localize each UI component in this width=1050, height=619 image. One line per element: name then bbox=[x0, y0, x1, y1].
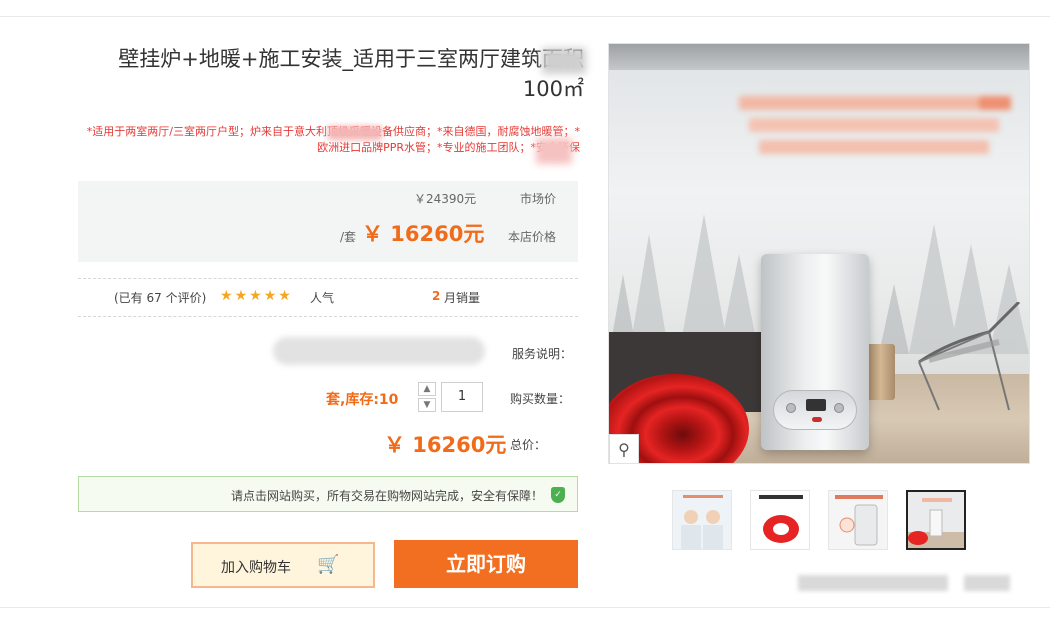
add-to-cart-label: 加入购物车 bbox=[221, 560, 291, 576]
buy-now-button[interactable]: 立即订购 bbox=[394, 540, 578, 588]
top-divider bbox=[0, 16, 1050, 17]
blurred-banner-text bbox=[739, 96, 1011, 160]
cart-icon: 🛒 bbox=[317, 554, 340, 575]
thumbnail-boiler[interactable] bbox=[828, 490, 888, 550]
security-notice: ✓ 请点击网站购买，所有交易在购物网站完成，安全有保障！ bbox=[78, 476, 578, 512]
blurred-service-info bbox=[273, 337, 485, 365]
thumbnail-strip bbox=[672, 490, 972, 554]
market-price: ￥24390元 bbox=[414, 192, 477, 206]
star-icon: ★ bbox=[234, 288, 248, 304]
qty-decrease-button[interactable]: ▼ bbox=[418, 398, 436, 412]
divider bbox=[78, 316, 578, 317]
store-price: ￥ 16260元 bbox=[362, 222, 485, 246]
store-price-unit: /套 bbox=[340, 230, 357, 244]
monthly-sales-count: 2 bbox=[432, 289, 441, 303]
side-table bbox=[867, 344, 895, 400]
chair bbox=[918, 302, 1021, 411]
quantity-input[interactable]: 1 bbox=[441, 382, 483, 412]
boiler bbox=[761, 254, 869, 450]
product-title: 壁挂炉+地暖+施工安装_适用于三室两厅建筑面积100㎡ bbox=[118, 47, 584, 101]
blurred-promo-tail bbox=[536, 138, 572, 164]
star-icon: ★ bbox=[249, 288, 262, 304]
star-icon: ★ bbox=[278, 288, 291, 304]
stock-text: 套,库存:10 bbox=[326, 392, 399, 408]
monthly-sales-label: 月销量 bbox=[444, 291, 481, 305]
qty-increase-button[interactable]: ▲ bbox=[418, 382, 436, 396]
zoom-button[interactable]: ⚲ bbox=[609, 434, 639, 463]
qty-label: 购买数量： bbox=[510, 392, 571, 406]
boiler-control-panel bbox=[773, 390, 857, 430]
add-to-cart-button[interactable]: 🛒 加入购物车 bbox=[191, 542, 375, 588]
popularity-label: 人气 bbox=[310, 291, 335, 305]
price-panel bbox=[78, 181, 578, 262]
total-label: 总价： bbox=[510, 438, 547, 452]
boiler-dial-left bbox=[786, 403, 796, 413]
store-price-label: 本店价格 bbox=[508, 230, 557, 244]
rating-count[interactable]: (已有 67 个评价) bbox=[114, 289, 206, 306]
blurred-footer-text bbox=[798, 575, 1010, 591]
thumbnail-room-scene[interactable] bbox=[906, 490, 966, 550]
rating-stars: ★ ★ ★ ★ ★ bbox=[220, 289, 291, 303]
service-label: 服务说明： bbox=[512, 347, 573, 361]
blurred-brand bbox=[542, 48, 586, 74]
star-icon: ★ bbox=[263, 288, 277, 304]
divider bbox=[78, 278, 578, 279]
shield-icon: ✓ bbox=[551, 487, 565, 503]
notice-text: 请点击网站购买，所有交易在购物网站完成，安全有保障！ bbox=[230, 489, 543, 503]
window-frame bbox=[609, 44, 1029, 70]
boiler-logo bbox=[812, 417, 822, 422]
thumbnail-red-pipe[interactable] bbox=[750, 490, 810, 550]
thumbnail-workers[interactable] bbox=[672, 490, 732, 550]
boiler-dial-right bbox=[834, 403, 844, 413]
bottom-divider bbox=[0, 607, 1050, 608]
market-price-label: 市场价 bbox=[520, 192, 557, 206]
boiler-display bbox=[806, 399, 826, 411]
blurred-brand-promo bbox=[328, 126, 382, 140]
search-icon: ⚲ bbox=[618, 439, 630, 459]
product-main-image[interactable]: ⚲ bbox=[608, 43, 1030, 464]
star-icon: ★ bbox=[220, 288, 233, 304]
total-price: ￥ 16260元 bbox=[384, 433, 507, 457]
